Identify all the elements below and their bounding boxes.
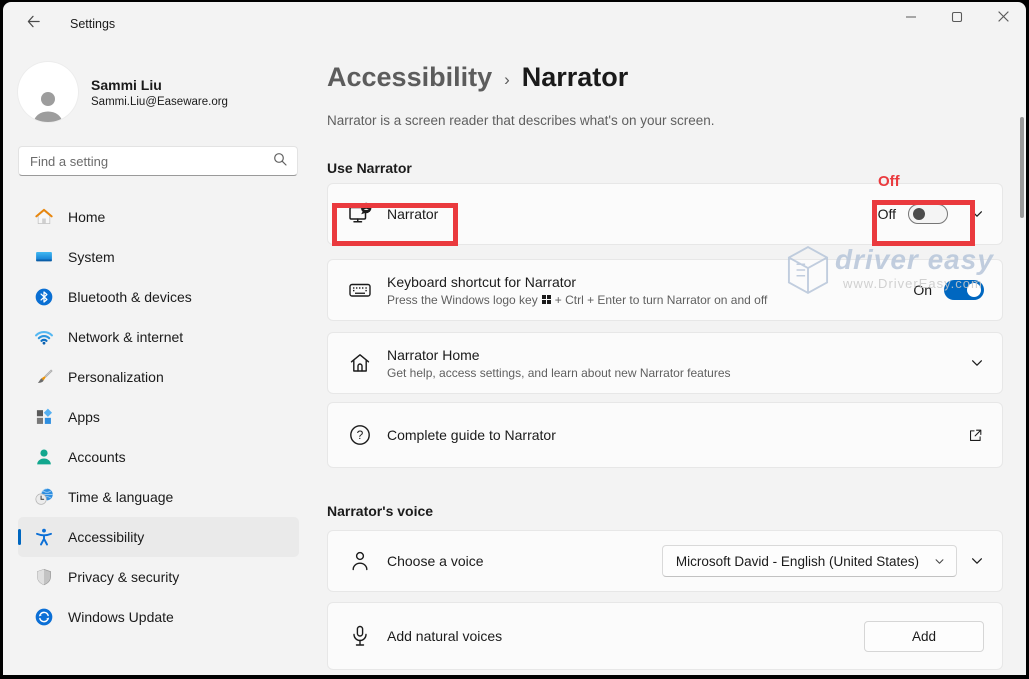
voice-dropdown-chevron-down-icon: [934, 556, 945, 567]
sidebar-item-accessibility[interactable]: Accessibility: [18, 517, 299, 557]
choose-voice-title: Choose a voice: [387, 553, 484, 569]
search-icon[interactable]: [273, 152, 287, 171]
sidebar-item-home[interactable]: Home: [18, 197, 299, 237]
back-arrow-icon: [26, 14, 41, 34]
sidebar: Sammi Liu Sammi.Liu@Easeware.org Home Sy…: [3, 46, 313, 675]
windows-logo-icon: [542, 295, 551, 304]
microphone-icon: [348, 624, 372, 648]
back-button[interactable]: [18, 11, 48, 37]
sidebar-nav: Home System Bluetooth & devices Network …: [18, 197, 299, 637]
page-description: Narrator is a screen reader that describ…: [327, 113, 1003, 128]
app-title: Settings: [70, 17, 115, 31]
personalization-icon: [34, 367, 54, 387]
narrator-home-subtitle: Get help, access settings, and learn abo…: [387, 366, 731, 380]
narrator-card[interactable]: Narrator Off: [327, 183, 1003, 245]
narrator-toggle-label: Off: [878, 206, 896, 222]
keyboard-shortcut-toggle[interactable]: [944, 280, 984, 300]
page-title: Narrator: [522, 62, 629, 93]
search-input[interactable]: [30, 154, 273, 169]
svg-text:?: ?: [357, 428, 364, 442]
complete-guide-card[interactable]: ? Complete guide to Narrator: [327, 402, 1003, 468]
maximize-icon: [951, 10, 963, 28]
bluetooth-icon: [34, 287, 54, 307]
keyboard-shortcut-card: Keyboard shortcut for Narrator Press the…: [327, 259, 1003, 321]
home-outline-icon: [348, 351, 372, 375]
titlebar: Settings: [3, 2, 1026, 46]
sidebar-item-bluetooth-devices[interactable]: Bluetooth & devices: [18, 277, 299, 317]
sidebar-item-system[interactable]: System: [18, 237, 299, 277]
settings-window: Settings Sammi Liu Sammi.Liu@Easeware.or…: [3, 2, 1026, 675]
network-icon: [34, 327, 54, 347]
privacy-icon: [34, 567, 54, 587]
narrator-toggle-knob: [913, 208, 925, 220]
question-circle-icon: ?: [348, 423, 372, 447]
keyboard-icon: [348, 278, 372, 302]
home-icon: [34, 207, 54, 227]
maximize-button[interactable]: [934, 2, 980, 36]
keyboard-shortcut-subtitle: Press the Windows logo key + Ctrl + Ente…: [387, 293, 767, 307]
narrator-home-title: Narrator Home: [387, 347, 731, 363]
person-outline-icon: [348, 549, 372, 573]
keyboard-toggle-label: On: [913, 282, 932, 298]
section-use-narrator: Use Narrator: [327, 160, 1003, 176]
narrator-icon: [348, 202, 372, 226]
section-narrators-voice: Narrator's voice: [327, 503, 1003, 519]
main-content: Accessibility › Narrator Narrator is a s…: [313, 46, 1026, 675]
sidebar-item-apps[interactable]: Apps: [18, 397, 299, 437]
voice-dropdown[interactable]: Microsoft David - English (United States…: [662, 545, 957, 577]
windows-update-icon: [34, 607, 54, 627]
sidebar-item-windows-update[interactable]: Windows Update: [18, 597, 299, 637]
window-controls: [888, 2, 1026, 36]
voice-dropdown-value: Microsoft David - English (United States…: [676, 554, 919, 569]
external-link-icon[interactable]: [967, 427, 984, 444]
sidebar-item-personalization[interactable]: Personalization: [18, 357, 299, 397]
narrator-home-chevron-down-icon[interactable]: [970, 356, 984, 370]
apps-icon: [34, 407, 54, 427]
narrator-expand-chevron-down-icon[interactable]: [970, 207, 984, 221]
narrator-toggle[interactable]: [908, 204, 948, 224]
user-profile[interactable]: Sammi Liu Sammi.Liu@Easeware.org: [18, 62, 313, 122]
minimize-button[interactable]: [888, 2, 934, 36]
choose-voice-chevron-down-icon[interactable]: [970, 554, 984, 568]
time-language-icon: [34, 487, 54, 507]
avatar: [18, 62, 78, 122]
minimize-icon: [905, 10, 917, 28]
sidebar-item-privacy-security[interactable]: Privacy & security: [18, 557, 299, 597]
keyboard-shortcut-title: Keyboard shortcut for Narrator: [387, 274, 767, 290]
add-natural-voices-card: Add natural voices Add: [327, 602, 1003, 670]
narrator-label: Narrator: [387, 206, 438, 222]
close-icon: [997, 10, 1010, 28]
scrollbar-thumb[interactable]: [1020, 117, 1024, 218]
sidebar-item-accounts[interactable]: Accounts: [18, 437, 299, 477]
annotation-off-label: Off: [878, 173, 900, 190]
choose-voice-card[interactable]: Choose a voice Microsoft David - English…: [327, 530, 1003, 592]
keyboard-toggle-knob: [967, 283, 981, 297]
sidebar-item-network-internet[interactable]: Network & internet: [18, 317, 299, 357]
search-box[interactable]: [18, 146, 298, 176]
close-button[interactable]: [980, 2, 1026, 36]
breadcrumb-separator: ›: [504, 70, 510, 90]
accounts-icon: [34, 447, 54, 467]
add-natural-voices-title: Add natural voices: [387, 628, 502, 644]
system-icon: [34, 247, 54, 267]
sidebar-item-time-language[interactable]: Time & language: [18, 477, 299, 517]
breadcrumb: Accessibility › Narrator: [327, 62, 1003, 93]
breadcrumb-accessibility[interactable]: Accessibility: [327, 62, 492, 93]
user-name: Sammi Liu: [91, 77, 228, 93]
narrator-home-card[interactable]: Narrator Home Get help, access settings,…: [327, 332, 1003, 394]
user-email: Sammi.Liu@Easeware.org: [91, 96, 228, 108]
complete-guide-title: Complete guide to Narrator: [387, 427, 556, 443]
accessibility-icon: [34, 527, 54, 547]
add-button[interactable]: Add: [864, 621, 984, 652]
screen: Settings Sammi Liu Sammi.Liu@Easeware.or…: [0, 0, 1029, 679]
